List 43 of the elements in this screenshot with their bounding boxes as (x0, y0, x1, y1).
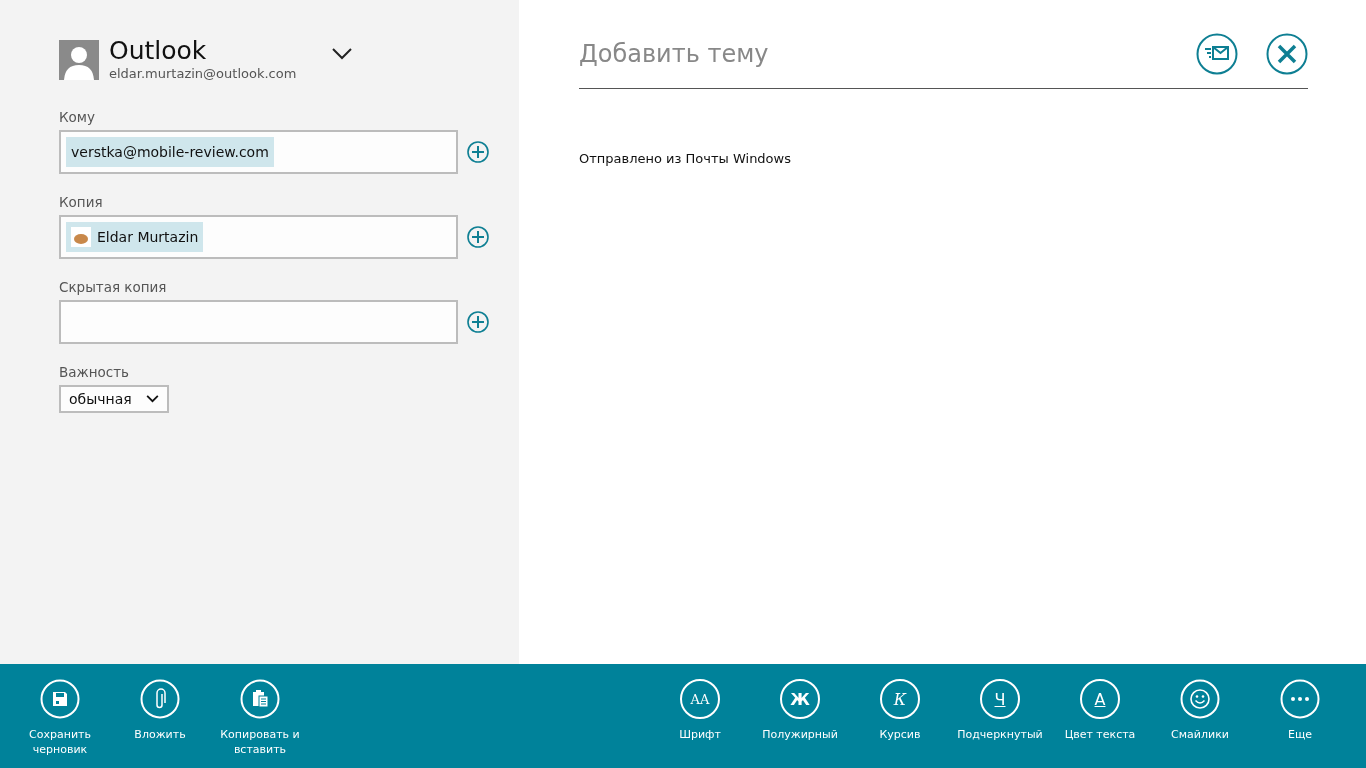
clipboard-icon (240, 679, 280, 719)
toolbar-button[interactable]: Вложить (110, 664, 210, 768)
toolbar-button[interactable]: Смайлики (1150, 664, 1250, 768)
toolbar-button[interactable]: AA Шрифт (650, 664, 750, 768)
paperclip-icon (140, 679, 180, 719)
field-label: Скрытая копия (59, 279, 167, 295)
field-label: Кому (59, 109, 96, 125)
add-icon[interactable] (467, 226, 489, 248)
chevron-down-icon (145, 395, 159, 403)
smiley-icon (1180, 679, 1220, 719)
toolbar-button[interactable]: Сохранить черновик (10, 664, 110, 768)
format-icon: AA (680, 679, 720, 719)
more-icon (1280, 679, 1320, 719)
recipient-chip[interactable]: Eldar Murtazin (66, 222, 204, 252)
toolbar-button[interactable]: Ж Полужирный (750, 664, 850, 768)
toolbar-button[interactable]: Еще (1250, 664, 1350, 768)
field-label: Важность (59, 364, 130, 380)
toolbar-button[interactable]: Ч Подчеркнутый (950, 664, 1050, 768)
message-body[interactable]: Отправлено из Почты Windows (579, 151, 1308, 166)
toolbar-button[interactable]: Копировать и вставить (210, 664, 310, 768)
toolbar-button[interactable]: К Курсив (850, 664, 950, 768)
chevron-down-icon[interactable] (332, 48, 353, 60)
account-name: Outlook (109, 38, 208, 64)
subject-field[interactable]: Добавить тему (579, 32, 1168, 76)
format-icon: Ч (980, 679, 1020, 719)
add-icon[interactable] (467, 311, 489, 333)
contact-photo (71, 227, 91, 247)
recipient-field[interactable] (59, 300, 458, 344)
importance-dropdown[interactable]: обычная (59, 385, 169, 413)
format-icon: Ж (780, 679, 820, 719)
account-email: eldar.murtazin@outlook.com (109, 66, 297, 81)
format-icon: К (880, 679, 920, 719)
recipient-field[interactable]: verstka@mobile-review.com (59, 130, 458, 174)
save-icon (40, 679, 80, 719)
recipient-field[interactable]: Eldar Murtazin (59, 215, 458, 259)
toolbar-button[interactable]: A Цвет текста (1050, 664, 1150, 768)
send-icon[interactable] (1196, 33, 1238, 75)
field-label: Копия (59, 194, 103, 210)
recipient-chip[interactable]: verstka@mobile-review.com (66, 137, 274, 167)
add-icon[interactable] (467, 141, 489, 163)
format-icon: A (1080, 679, 1120, 719)
close-icon[interactable] (1266, 33, 1308, 75)
avatar-icon (59, 40, 99, 80)
